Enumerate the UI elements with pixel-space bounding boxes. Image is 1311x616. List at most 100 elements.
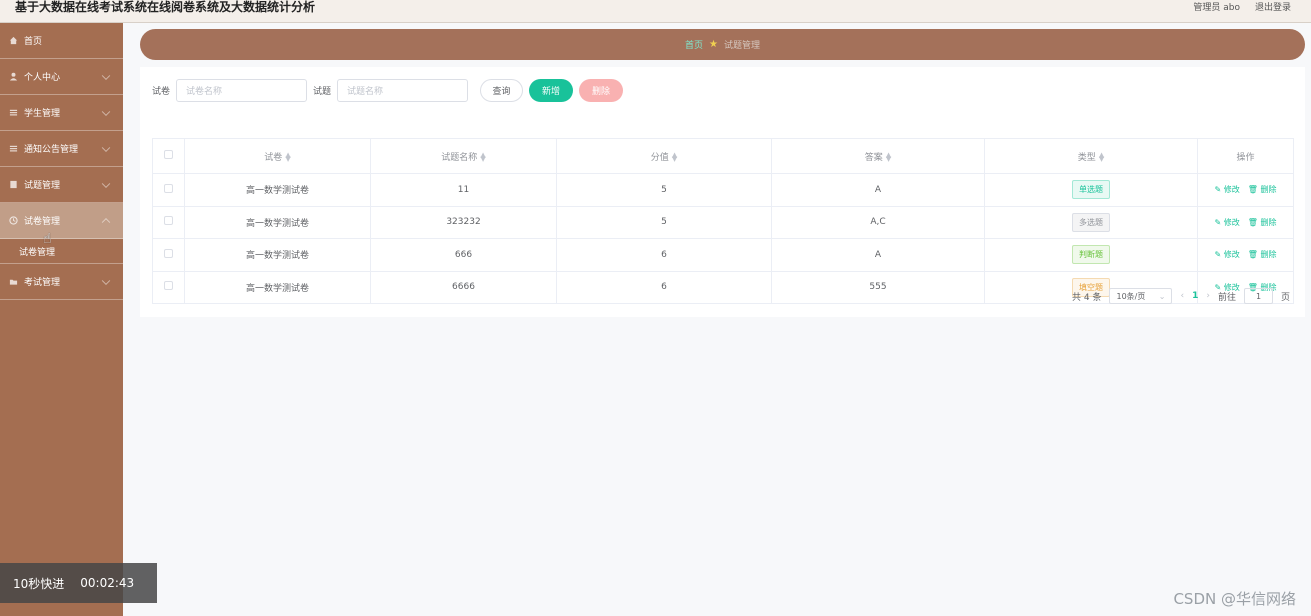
chevron-down-icon [101,71,111,80]
cell-score: 6 [556,238,772,272]
sidebar-item-profile[interactable]: 个人中心 [0,59,123,95]
type-tag: 判断题 [1072,245,1110,265]
total-count: 共 4 条 [1072,292,1102,303]
search-form: 试卷 试卷名称 试题 试题名称 查询 新增 删除 [152,79,624,102]
page-size-select[interactable]: 10条/页 ⌄ [1109,288,1173,304]
folder-icon [9,279,18,285]
sort-icon[interactable]: ▲ ▼ [886,152,891,163]
delete-button[interactable]: 删除 [579,79,624,102]
star-separator-icon: ★ [709,39,718,50]
chevron-down-icon [101,107,111,116]
sidebar-item-label: 学生管理 [24,109,61,119]
cell-answer: A [771,238,985,272]
goto-label: 前往 [1217,292,1236,303]
sort-icon[interactable]: ▲ ▼ [1099,152,1104,163]
sidebar-item-exams[interactable]: 考试管理 [0,264,123,300]
sidebar-item-papers[interactable]: 试卷管理 [0,203,123,239]
row-checkbox[interactable] [164,183,173,193]
list-icon [9,109,18,116]
user-icon [9,72,18,81]
sidebar-item-label: 试卷管理 [24,217,61,227]
add-button[interactable]: 新增 [529,79,574,102]
delete-link[interactable]: 🗑 删除 [1248,249,1277,260]
cell-name: 6666 [370,270,557,304]
delete-link[interactable]: 🗑 删除 [1248,184,1277,195]
watermark: CSDN @华信网络 [1173,590,1296,608]
sort-icon[interactable]: ▲ ▼ [480,152,485,163]
sidebar-item-label: 通知公告管理 [24,145,79,155]
cell-score: 5 [556,173,772,207]
sort-icon[interactable]: ▲ ▼ [672,152,677,163]
sidebar-item-label: 个人中心 [24,73,61,83]
clock-icon [9,216,18,225]
chevron-down-icon [101,179,111,188]
sidebar-item-questions[interactable]: 试题管理 [0,167,123,203]
cell-name: 11 [370,173,557,207]
cell-name: 323232 [370,205,557,239]
select-all-checkbox[interactable] [164,150,173,159]
table-row: 高一数学测试卷 11 5 A 单选题 ✎ 修改 🗑 删除 [152,173,1294,207]
home-icon [9,36,18,45]
paper-search-input[interactable]: 试卷名称 [176,79,308,102]
sidebar-item-home[interactable]: 首页 [0,23,123,59]
edit-link[interactable]: ✎ 修改 [1215,217,1240,228]
list-icon [9,145,18,152]
question-label: 试题 [313,87,332,97]
logout-link[interactable]: 退出登录 [1255,0,1291,13]
table-row: 高一数学测试卷 666 6 A 判断题 ✎ 修改 🗑 删除 [152,238,1294,272]
next-page-icon[interactable]: › [1206,291,1210,301]
prev-page-icon[interactable]: ‹ [1180,291,1184,301]
breadcrumb: 首页 ★ 试题管理 [140,29,1305,60]
row-checkbox[interactable] [164,216,173,226]
page-suffix: 页 [1280,292,1290,303]
sidebar-item-label: 考试管理 [24,278,61,288]
cell-score: 6 [556,270,772,304]
type-tag: 单选题 [1072,180,1110,200]
cell-name: 666 [370,238,557,272]
paper-label: 试卷 [152,87,171,97]
sort-icon[interactable]: ▲ ▼ [285,152,290,163]
cell-answer: A [771,173,985,207]
sidebar-item-label: 试题管理 [24,181,61,191]
table-header-row: 试卷 ▲ ▼ 试题名称 ▲ ▼ 分值 ▲ ▼ 答案 ▲ ▼ 类型 ▲ ▼ 操作 [152,138,1294,174]
sidebar-item-notices[interactable]: 通知公告管理 [0,131,123,167]
hand-cursor-icon: ☝ [43,231,52,247]
pagination: 共 4 条 10条/页 ⌄ ‹ 1 › 前往 1 页 [1072,288,1290,304]
header-paper[interactable]: 试卷 ▲ ▼ [184,138,371,174]
header-score[interactable]: 分值 ▲ ▼ [556,138,772,174]
cell-paper: 高一数学测试卷 [184,270,371,304]
content-panel: 试卷 试卷名称 试题 试题名称 查询 新增 删除 试卷 ▲ ▼ 试题名称 ▲ ▼ 分值 ▲… [140,67,1305,317]
cell-score: 5 [556,205,772,239]
app-title: 基于大数据在线考试系统在线阅卷系统及大数据统计分析 [15,0,316,14]
page-number[interactable]: 1 [1192,291,1198,301]
row-checkbox[interactable] [164,248,173,258]
goto-page-input[interactable]: 1 [1243,288,1273,304]
table-row: 高一数学测试卷 323232 5 A,C 多选题 ✎ 修改 🗑 删除 [152,205,1294,239]
edit-link[interactable]: ✎ 修改 [1215,249,1240,260]
top-bar: 基于大数据在线考试系统在线阅卷系统及大数据统计分析 管理员 abo 退出登录 [0,0,1311,23]
video-time: 00:02:43 [80,576,135,590]
row-checkbox[interactable] [164,281,173,291]
skip-forward-button[interactable]: 10秒快进 [13,575,64,592]
sidebar: 首页 个人中心 学生管理 通知公告管理 试题管理 试卷管理 试卷管理 考试管理 [0,23,123,616]
breadcrumb-home[interactable]: 首页 [685,38,703,51]
main-content: 首页 ★ 试题管理 试卷 试卷名称 试题 试题名称 查询 新增 删除 试卷 ▲ ▼ … [123,23,1311,616]
chevron-down-icon: ⌄ [1158,291,1166,301]
delete-link[interactable]: 🗑 删除 [1248,217,1277,228]
cell-paper: 高一数学测试卷 [184,238,371,272]
submenu-item-papers[interactable]: 试卷管理 [0,239,123,264]
user-label: 管理员 abo [1193,3,1240,13]
query-button[interactable]: 查询 [480,79,524,102]
breadcrumb-current: 试题管理 [723,41,760,51]
chevron-up-icon [101,217,111,226]
edit-link[interactable]: ✎ 修改 [1215,184,1240,195]
question-search-input[interactable]: 试题名称 [337,79,469,102]
sidebar-item-students[interactable]: 学生管理 [0,95,123,131]
type-tag: 多选题 [1072,212,1110,232]
header-name[interactable]: 试题名称 ▲ ▼ [370,138,557,174]
header-type[interactable]: 类型 ▲ ▼ [984,138,1198,174]
select-all-cell[interactable] [152,138,185,174]
header-answer[interactable]: 答案 ▲ ▼ [771,138,985,174]
cell-answer: A,C [771,205,985,239]
cell-paper: 高一数学测试卷 [184,173,371,207]
